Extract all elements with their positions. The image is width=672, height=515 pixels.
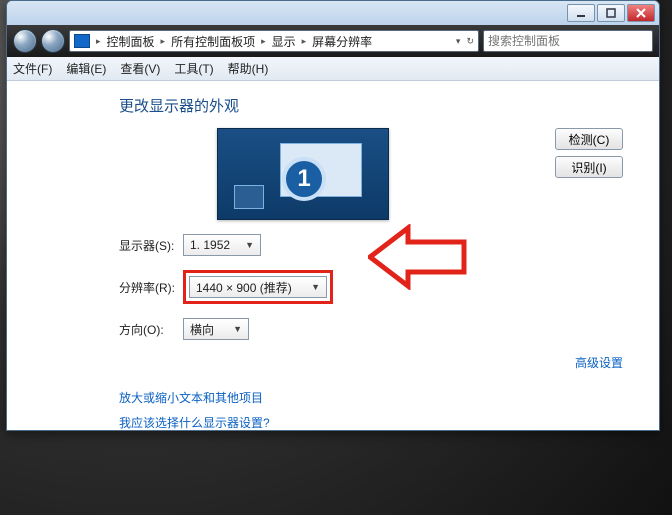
menu-bar: 文件(F) 编辑(E) 查看(V) 工具(T) 帮助(H) [7,57,659,81]
menu-view[interactable]: 查看(V) [120,60,160,77]
chevron-down-icon[interactable]: ▾ [456,36,461,47]
maximize-button[interactable] [597,4,625,22]
resolution-select[interactable]: 1440 × 900 (推荐) ▼ [189,276,327,298]
page-title: 更改显示器的外观 [119,95,659,116]
chevron-down-icon: ▼ [311,282,320,292]
identify-button[interactable]: 识别(I) [555,156,623,178]
chevron-right-icon: ▸ [302,36,307,47]
title-bar [7,1,659,25]
advanced-settings-link[interactable]: 高级设置 [575,356,623,370]
close-button[interactable] [627,4,655,22]
enlarge-text-link[interactable]: 放大或缩小文本和其他项目 [119,391,263,405]
display-select-value: 1. 1952 [190,238,230,252]
orientation-select-value: 横向 [190,321,214,338]
display-select[interactable]: 1. 1952 ▼ [183,234,261,256]
chevron-down-icon: ▼ [245,240,254,250]
crumb-control-panel[interactable]: 控制面板 [107,33,155,50]
display-preview[interactable]: 1 [217,128,389,220]
resolution-label: 分辨率(R): [119,279,183,296]
menu-file[interactable]: 文件(F) [13,60,52,77]
display-label: 显示器(S): [119,237,183,254]
forward-button[interactable] [41,29,65,53]
crumb-display[interactable]: 显示 [272,33,296,50]
crumb-resolution[interactable]: 屏幕分辨率 [312,33,372,50]
nav-bar: ▸ 控制面板 ▸ 所有控制面板项 ▸ 显示 ▸ 屏幕分辨率 ▾ ↻ [7,25,659,57]
monitor-thumb-1 [234,185,264,209]
which-display-link[interactable]: 我应该选择什么显示器设置? [119,416,270,430]
monitor-number-badge: 1 [282,157,326,201]
refresh-icon[interactable]: ↻ [466,36,474,47]
search-input[interactable] [488,34,648,48]
back-button[interactable] [13,29,37,53]
address-bar[interactable]: ▸ 控制面板 ▸ 所有控制面板项 ▸ 显示 ▸ 屏幕分辨率 ▾ ↻ [69,30,479,52]
crumb-all-items[interactable]: 所有控制面板项 [171,33,255,50]
content-area: 更改显示器的外观 1 检测(C) 识别(I) 显示器(S): 1. 1952 ▼ [7,81,659,431]
chevron-right-icon: ▸ [96,36,101,47]
menu-edit[interactable]: 编辑(E) [66,60,106,77]
menu-help[interactable]: 帮助(H) [228,60,269,77]
control-panel-icon [74,34,90,48]
detect-button[interactable]: 检测(C) [555,128,623,150]
chevron-down-icon: ▼ [233,324,242,334]
chevron-right-icon: ▸ [261,36,266,47]
resolution-select-value: 1440 × 900 (推荐) [196,279,292,296]
highlight-resolution: 1440 × 900 (推荐) ▼ [183,270,333,304]
orientation-label: 方向(O): [119,321,183,338]
minimize-button[interactable] [567,4,595,22]
chevron-right-icon: ▸ [161,36,166,47]
control-panel-window: ▸ 控制面板 ▸ 所有控制面板项 ▸ 显示 ▸ 屏幕分辨率 ▾ ↻ 文件(F) … [6,0,660,431]
orientation-select[interactable]: 横向 ▼ [183,318,249,340]
search-box[interactable] [483,30,653,52]
menu-tools[interactable]: 工具(T) [174,60,213,77]
